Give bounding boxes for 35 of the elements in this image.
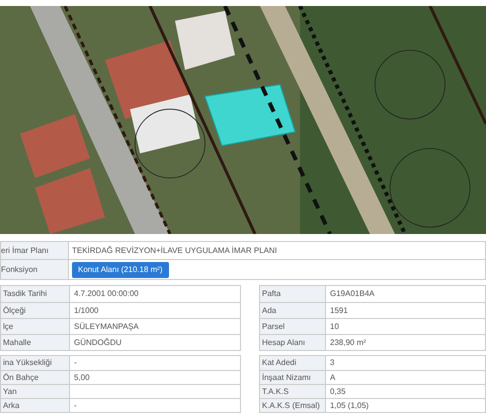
field-label: Ada: [260, 303, 326, 318]
field-value: -: [74, 400, 77, 412]
field-label: Hesap Alanı: [260, 335, 326, 350]
field-label: Arka: [1, 399, 70, 412]
field-value: 10: [330, 320, 339, 332]
field-value: G19A01B4A: [330, 288, 374, 300]
field-value: -: [74, 357, 77, 369]
field-value: 4.7.2001 00:00:00: [74, 288, 139, 300]
field-value: 5,00: [74, 372, 90, 384]
field-label: Kat Adedi: [260, 356, 326, 370]
field-value: A: [330, 372, 336, 384]
field-label: İnşaat Nizamı: [260, 371, 326, 384]
field-label: T.A.K.S: [260, 385, 326, 398]
field-label: K.A.K.S (Emsal): [260, 399, 326, 412]
field-label: Yan: [1, 385, 70, 398]
field-value: GÜNDOĞDU: [74, 336, 122, 348]
field-label: Parsel: [260, 319, 326, 334]
field-label: Ölçeği: [1, 303, 70, 318]
field-label: Fonksiyon: [1, 260, 69, 279]
field-value: 1591: [330, 304, 348, 316]
field-value: TEKİRDAĞ REVİZYON+İLAVE UYGULAMA İMAR PLANI: [71, 244, 278, 256]
field-value: 0,35: [330, 386, 346, 398]
field-value: 3: [330, 357, 334, 369]
field-label: Tasdik Tarihi: [1, 286, 70, 302]
field-label: Mahalle: [1, 335, 70, 350]
field-value: 1,05 (1,05): [330, 400, 369, 412]
field-label: Pafta: [260, 286, 326, 302]
function-button[interactable]: Konut Alanı (210.18 m²): [72, 262, 168, 278]
field-value: 1/1000: [74, 304, 98, 316]
field-value: SÜLEYMANPAŞA: [74, 320, 139, 332]
field-label: ina Yüksekliği: [1, 356, 70, 370]
field-label: Ön Bahçe: [1, 371, 70, 384]
field-label: eri İmar Planı: [1, 242, 69, 259]
field-value: 238,90 m²: [330, 336, 366, 348]
field-label: lçe: [1, 319, 70, 334]
